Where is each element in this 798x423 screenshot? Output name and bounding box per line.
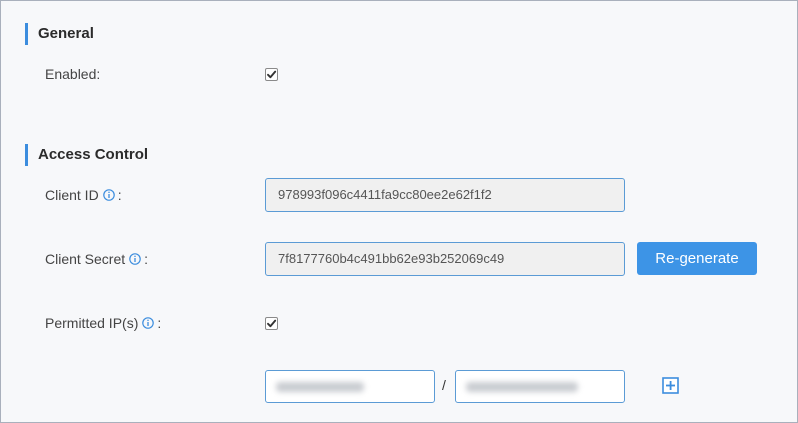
section-title-general: General — [25, 23, 94, 45]
info-icon[interactable] — [129, 253, 141, 266]
permitted-ips-label: Permitted IP(s): — [45, 313, 161, 333]
enabled-checkbox[interactable] — [265, 68, 278, 81]
redacted-value — [466, 382, 578, 392]
ip-address-input[interactable] — [265, 370, 435, 403]
client-secret-field[interactable]: 7f8177760b4c491bb62e93b252069c49 — [265, 242, 625, 276]
client-id-field[interactable]: 978993f096c4411fa9cc80ee2e62f1f2 — [265, 178, 625, 212]
client-id-label-text: Client ID — [45, 187, 99, 203]
client-id-colon: : — [117, 187, 122, 203]
checkmark-icon — [267, 70, 277, 79]
plus-square-icon[interactable] — [662, 377, 679, 394]
info-icon[interactable] — [142, 317, 155, 330]
ip-separator: / — [442, 377, 446, 393]
permitted-ips-checkbox[interactable] — [265, 317, 278, 330]
info-icon[interactable] — [102, 189, 115, 202]
redacted-value — [276, 382, 364, 392]
client-secret-label: Client Secret: — [45, 249, 148, 269]
permitted-ips-label-text: Permitted IP(s) — [45, 315, 139, 331]
client-id-label: Client ID: — [45, 185, 122, 205]
client-secret-label-text: Client Secret — [45, 251, 126, 267]
section-title-access-control: Access Control — [25, 144, 148, 166]
checkmark-icon — [267, 319, 277, 328]
enabled-label: Enabled: — [45, 66, 101, 82]
settings-panel: General Enabled: Access Control Client I… — [0, 0, 798, 423]
regenerate-button[interactable]: Re-generate — [637, 242, 757, 275]
subnet-mask-input[interactable] — [455, 370, 625, 403]
permitted-ips-colon: : — [157, 315, 162, 331]
client-secret-colon: : — [144, 251, 149, 267]
